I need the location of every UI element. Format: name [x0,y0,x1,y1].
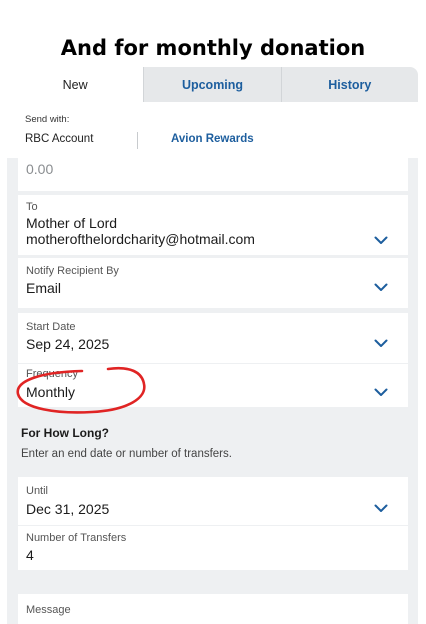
recipient-name: Mother of Lord [26,215,118,231]
until-value: Dec 31, 2025 [26,501,110,517]
transfer-form: 0.00 To Mother of Lord motherofthelordch… [7,158,418,624]
frequency-field[interactable]: Frequency Monthly [18,364,408,407]
notify-value: Email [26,280,62,296]
chevron-down-icon[interactable] [374,283,388,292]
rbc-account-option[interactable]: RBC Account [25,133,93,145]
chevron-down-icon[interactable] [374,339,388,348]
send-with-section: Send with: RBC Account Avion Rewards [7,102,418,158]
amount-field[interactable]: 0.00 [18,158,408,191]
amount-value: 0.00 [26,161,54,177]
message-label: Message [26,604,71,616]
frequency-value: Monthly [26,384,76,400]
duration-subtitle: Enter an end date or number of transfers… [21,448,232,460]
until-label: Until [26,485,49,497]
chevron-down-icon[interactable] [374,236,388,245]
tab-history[interactable]: History [280,67,418,102]
send-with-label: Send with: [25,114,70,125]
notify-label: Notify Recipient By [26,265,119,277]
start-date-value: Sep 24, 2025 [26,336,110,352]
chevron-down-icon[interactable] [374,388,388,397]
number-of-transfers-value: 4 [26,547,34,563]
notify-field[interactable]: Notify Recipient By Email [18,258,408,308]
until-field[interactable]: Until Dec 31, 2025 [18,477,408,525]
transfer-tabs: New Upcoming History [7,67,418,102]
recipient-email: motherofthelordcharity@hotmail.com [26,231,255,247]
message-field[interactable]: Message [18,594,408,624]
annotation-caption: And for monthly donation [60,36,366,60]
tab-upcoming[interactable]: Upcoming [143,67,281,102]
number-of-transfers-label: Number of Transfers [26,532,127,544]
frequency-label: Frequency [26,368,78,380]
chevron-down-icon[interactable] [374,504,388,513]
duration-title: For How Long? [21,426,109,440]
start-date-label: Start Date [26,321,76,333]
recipient-label: To [26,201,38,213]
tab-new[interactable]: New [7,67,144,102]
recipient-field[interactable]: To Mother of Lord motherofthelordcharity… [18,195,408,255]
avion-rewards-option[interactable]: Avion Rewards [171,133,254,145]
divider [137,132,138,149]
start-date-field[interactable]: Start Date Sep 24, 2025 [18,313,408,363]
number-of-transfers-field[interactable]: Number of Transfers 4 [18,526,408,570]
